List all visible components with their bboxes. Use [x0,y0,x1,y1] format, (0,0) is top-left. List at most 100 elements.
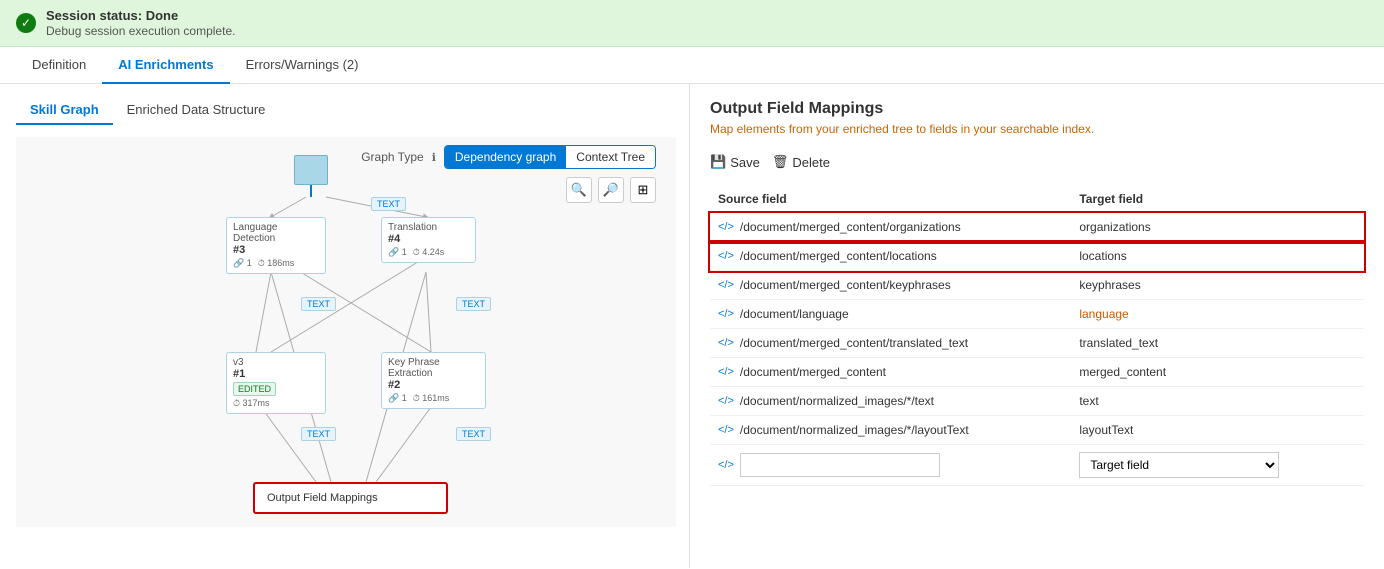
node-kp-title: Key Phrase Extraction [388,357,479,379]
table-row[interactable]: </>/document/merged_content/keyphrases ke… [710,271,1364,300]
zoom-in-icon[interactable]: 🔍 [566,177,592,203]
source-value: /document/merged_content [740,365,886,379]
target-field-cell: layoutText [1071,416,1364,445]
field-icon: </> [718,366,734,378]
field-icon: </> [718,395,734,407]
source-value: /document/merged_content/keyphrases [740,278,951,292]
node-lang-stats: 🔗 1⏱ 186ms [233,258,319,269]
target-field-cell: text [1071,387,1364,416]
sub-tab-enriched-data[interactable]: Enriched Data Structure [113,96,280,125]
new-source-cell: </> [710,445,1071,486]
source-field-cell: </> /document/language [710,300,1071,329]
zoom-out-icon[interactable]: 🔎 [598,177,624,203]
output-field-mappings-node[interactable]: Output Field Mappings [253,482,448,514]
node-v3-id: #1 [233,368,319,380]
mappings-toolbar: 💾 Save 🗑 Delete [710,150,1364,174]
graph-type-info-icon: ℹ [432,151,436,164]
node-v3-tag: EDITED [233,382,276,396]
text-badge-0: TEXT [371,197,406,211]
node-language-detection[interactable]: Language Detection #3 🔗 1⏱ 186ms [226,217,326,274]
target-value: text [1079,394,1098,408]
node-key-phrase[interactable]: Key Phrase Extraction #2 🔗 1⏱ 161ms [381,352,486,409]
target-field-select[interactable]: Target field [1079,452,1279,478]
save-icon: 💾 [710,154,726,170]
new-source-input[interactable] [740,453,940,477]
node-kp-stats: 🔗 1⏱ 161ms [388,393,479,404]
delete-icon: 🗑 [772,154,789,170]
source-field-cell: </> /document/merged_content [710,358,1071,387]
field-icon: </> [718,250,734,262]
node-v3[interactable]: v3 #1 EDITED ⏱ 317ms [226,352,326,414]
field-icon: </> [718,308,734,320]
source-value: /document/merged_content/locations [740,249,937,263]
table-row[interactable]: </> /document/merged_content merged_conten… [710,358,1364,387]
node-trans-stats: 🔗 1⏱ 4.24s [388,247,469,258]
source-field-cell: </> /document/normalized_images/*/layoutT… [710,416,1071,445]
graph-type-buttons: Dependency graph Context Tree [444,145,656,169]
table-row[interactable]: </> /document/normalized_images/*/layoutT… [710,416,1364,445]
field-icon: </> [718,424,734,436]
node-kp-id: #2 [388,379,479,391]
graph-type-dependency[interactable]: Dependency graph [445,146,566,168]
node-lang-id: #3 [233,244,319,256]
table-row[interactable]: </>/document/normalized_images/*/texttex… [710,387,1364,416]
col-target: Target field [1071,186,1364,213]
sub-tab-skill-graph[interactable]: Skill Graph [16,96,113,125]
main-tabs: Definition AI Enrichments Errors/Warning… [0,47,1384,84]
node-lang-title: Language Detection [233,222,319,244]
left-panel: Skill Graph Enriched Data Structure [0,84,690,568]
source-field-cell: </> /document/merged_content/translated_t… [710,329,1071,358]
target-field-cell: organizations [1071,213,1364,242]
table-row[interactable]: </>/document/merged_content/organization… [710,213,1364,242]
table-row[interactable]: </> /document/merged_content/locations loc… [710,242,1364,271]
delete-label: Delete [792,155,830,170]
source-field-cell: </>/document/merged_content/organization… [710,213,1071,242]
right-panel-subtitle: Map elements from your enriched tree to … [710,122,1364,136]
save-button[interactable]: 💾 Save [710,150,760,174]
target-value: keyphrases [1079,278,1140,292]
target-value: layoutText [1079,423,1133,437]
text-badge-4: TEXT [456,427,491,441]
fit-view-icon[interactable]: ⊞ [630,177,656,203]
tab-ai-enrichments[interactable]: AI Enrichments [102,47,229,84]
source-value: /document/merged_content/translated_text [740,336,968,350]
save-label: Save [730,155,760,170]
field-icon: </> [718,337,734,349]
node-v3-stats: ⏱ 317ms [233,398,319,409]
new-mapping-row: </> Target field [710,445,1364,486]
graph-type-label: Graph Type [361,150,423,164]
target-value: language [1079,307,1128,321]
node-v3-title: v3 [233,357,319,368]
output-node-label: Output Field Mappings [267,492,378,504]
target-field-cell: language [1071,300,1364,329]
field-icon: </> [718,221,734,233]
target-field-cell: locations [1071,242,1364,271]
mappings-table: Source field Target field </>/document/m… [710,186,1364,486]
target-value: organizations [1079,220,1150,234]
target-field-cell: merged_content [1071,358,1364,387]
table-row[interactable]: </> /document/merged_content/translated_t… [710,329,1364,358]
source-field-cell: </> /document/merged_content/locations [710,242,1071,271]
banner-subtitle: Debug session execution complete. [46,24,235,38]
text-badge-1: TEXT [301,297,336,311]
graph-type-area: Graph Type ℹ Dependency graph Context Tr… [361,145,656,169]
source-value: /document/language [740,307,849,321]
node-trans-title: Translation [388,222,469,233]
node-translation[interactable]: Translation #4 🔗 1⏱ 4.24s [381,217,476,263]
delete-button[interactable]: 🗑 Delete [772,150,830,174]
tab-definition[interactable]: Definition [16,47,102,84]
new-field-icon: </> [718,459,734,471]
right-panel-title: Output Field Mappings [710,100,1364,118]
target-value: translated_text [1079,336,1158,350]
source-field-cell: </>/document/merged_content/keyphrases [710,271,1071,300]
tab-errors-warnings[interactable]: Errors/Warnings (2) [230,47,375,84]
graph-type-context-tree[interactable]: Context Tree [566,146,655,168]
table-row[interactable]: </> /document/language language [710,300,1364,329]
col-source: Source field [710,186,1071,213]
banner-text: Session status: Done Debug session execu… [46,8,235,38]
source-bar [294,155,328,185]
content-area: Skill Graph Enriched Data Structure [0,84,1384,568]
source-value: /document/normalized_images/*/layoutText [740,423,969,437]
check-icon: ✓ [16,13,36,33]
graph-container: Graph Type ℹ Dependency graph Context Tr… [16,137,676,527]
